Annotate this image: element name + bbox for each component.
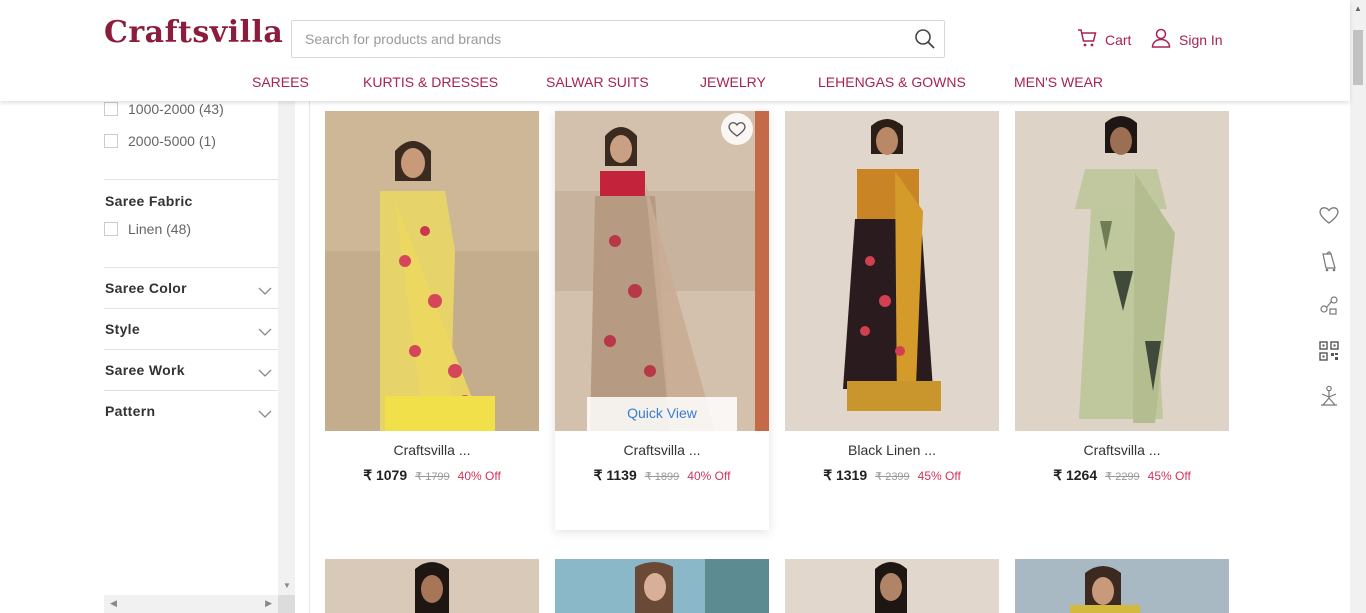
nav-sarees[interactable]: SAREES <box>252 74 309 90</box>
chevron-down-icon <box>258 364 272 382</box>
filter-option-label: 1000-2000 (43) <box>128 101 224 117</box>
site-header: Craftsvilla Cart Sign In SAREES KURTIS &… <box>0 0 1350 101</box>
search-input[interactable] <box>292 21 892 57</box>
product-name[interactable]: Craftsvilla ... <box>325 442 539 458</box>
checkbox[interactable] <box>104 134 118 148</box>
scroll-up-arrow-icon[interactable]: ▲ <box>1354 4 1362 13</box>
product-name[interactable]: Black Linen ... <box>785 442 999 458</box>
chevron-down-icon <box>258 323 272 341</box>
search-bar <box>291 20 945 58</box>
price-row: ₹ 1139 ₹ 1899 40% Off <box>555 467 769 484</box>
product-image[interactable]: Quick View <box>555 111 769 431</box>
search-icon[interactable] <box>914 28 936 50</box>
discount-label: 40% Off <box>687 469 731 483</box>
wishlist-icon[interactable] <box>1318 205 1342 229</box>
accordion-title: Pattern <box>105 403 156 419</box>
chevron-down-icon <box>258 282 272 300</box>
discount-label: 45% Off <box>917 469 961 483</box>
share-icon[interactable] <box>1318 295 1342 319</box>
content-divider <box>309 101 310 613</box>
accordion-pattern[interactable]: Pattern <box>104 391 278 431</box>
qr-code-icon[interactable] <box>1318 340 1342 364</box>
filter-sidebar: 1000-2000 (43) 2000-5000 (1) Saree Fabri… <box>104 101 278 613</box>
product-image[interactable] <box>1015 111 1229 431</box>
cart-label: Cart <box>1105 31 1132 48</box>
nav-jewelry[interactable]: JEWELRY <box>700 74 766 90</box>
accordion-saree-work[interactable]: Saree Work <box>104 350 278 390</box>
fabric-filter-option[interactable]: Linen (48) <box>104 221 191 237</box>
selling-price: ₹ 1139 <box>593 467 637 483</box>
nav-lehengas-gowns[interactable]: LEHENGAS & GOWNS <box>818 74 966 90</box>
product-name[interactable]: Craftsvilla ... <box>555 442 769 458</box>
wishlist-heart-icon[interactable] <box>721 113 753 145</box>
discount-label: 40% Off <box>457 469 501 483</box>
scroll-left-arrow-icon[interactable]: ◀ <box>110 598 117 609</box>
scrollbar-corner <box>278 595 295 613</box>
divider <box>104 179 278 180</box>
selling-price: ₹ 1264 <box>1053 467 1098 483</box>
filter-option-label: 2000-5000 (1) <box>128 133 216 149</box>
product-image[interactable] <box>785 111 999 431</box>
selling-price: ₹ 1319 <box>823 467 868 483</box>
mrp-price: ₹ 1899 <box>644 471 680 483</box>
sign-in-label: Sign In <box>1179 31 1223 48</box>
accordion-title: Style <box>105 321 140 337</box>
chevron-down-icon <box>258 405 272 423</box>
user-icon <box>1151 28 1171 51</box>
accordion-saree-color[interactable]: Saree Color <box>104 268 278 308</box>
filter-option-label: Linen (48) <box>128 221 192 237</box>
scrollbar-thumb[interactable] <box>1353 30 1363 85</box>
craftsvilla-logo[interactable]: Craftsvilla <box>104 15 283 50</box>
scroll-down-arrow-icon[interactable]: ▼ <box>283 581 291 590</box>
scroll-right-arrow-icon[interactable]: ▶ <box>265 598 272 609</box>
price-filter-option[interactable]: 1000-2000 (43) <box>104 101 224 117</box>
product-image[interactable] <box>555 559 769 613</box>
product-image[interactable] <box>325 111 539 431</box>
mrp-price: ₹ 2299 <box>1105 471 1140 483</box>
cart-icon <box>1077 28 1097 51</box>
product-image[interactable] <box>325 559 539 613</box>
sidebar-horizontal-scrollbar[interactable]: ◀ ▶ <box>104 595 278 613</box>
product-name[interactable]: Craftsvilla ... <box>1015 442 1229 458</box>
product-card[interactable]: Quick View Craftsvilla ... ₹ 1139 ₹ 1899… <box>555 111 769 530</box>
sign-in-button[interactable]: Sign In <box>1151 28 1223 51</box>
mrp-price: ₹ 2399 <box>875 471 910 483</box>
yoga-icon[interactable] <box>1318 385 1342 409</box>
product-image[interactable] <box>785 559 999 613</box>
quick-view-button[interactable]: Quick View <box>587 397 737 431</box>
cart-button[interactable]: Cart <box>1077 28 1131 51</box>
sidebar-vertical-scrollbar[interactable]: ▼ <box>278 101 295 595</box>
price-row: ₹ 1264 ₹ 2299 45% Off <box>1015 467 1229 484</box>
page-scrollbar[interactable]: ▲ <box>1350 0 1366 613</box>
nav-salwar-suits[interactable]: SALWAR SUITS <box>546 74 649 90</box>
selling-price: ₹ 1079 <box>363 467 408 483</box>
product-image[interactable] <box>1015 559 1229 613</box>
mrp-price: ₹ 1799 <box>415 471 450 483</box>
price-row: ₹ 1319 ₹ 2399 45% Off <box>785 467 999 484</box>
price-row: ₹ 1079 ₹ 1799 40% Off <box>325 467 539 484</box>
nav-kurtis-dresses[interactable]: KURTIS & DRESSES <box>363 74 498 90</box>
accordion-title: Saree Color <box>105 280 187 296</box>
discount-label: 45% Off <box>1147 469 1191 483</box>
saree-fabric-title: Saree Fabric <box>105 193 193 209</box>
accordion-title: Saree Work <box>105 362 185 378</box>
bag-icon[interactable] <box>1318 250 1342 274</box>
accordion-style[interactable]: Style <box>104 309 278 349</box>
checkbox[interactable] <box>104 102 118 116</box>
price-filter-option[interactable]: 2000-5000 (1) <box>104 133 216 149</box>
checkbox[interactable] <box>104 222 118 236</box>
nav-mens-wear[interactable]: MEN'S WEAR <box>1014 74 1103 90</box>
